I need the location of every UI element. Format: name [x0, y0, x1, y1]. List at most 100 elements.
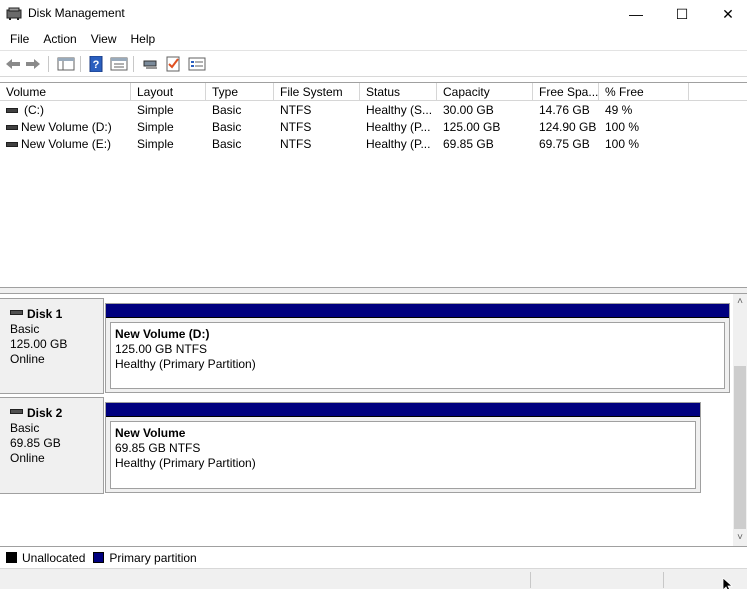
toolbar-separator [133, 56, 134, 72]
status-separator [663, 572, 664, 588]
cell-layout: Simple [137, 120, 174, 134]
disk-icon [10, 409, 23, 415]
status-bar [0, 568, 747, 589]
cell-status: Healthy (P... [366, 137, 431, 151]
table-row[interactable]: New Volume (E:) Simple Basic NTFS Health… [0, 136, 747, 153]
scroll-up-icon[interactable]: ˄ [733, 295, 747, 309]
legend: Unallocated Primary partition [0, 546, 747, 568]
column-type[interactable]: Type [206, 83, 274, 101]
cell-status: Healthy (S... [366, 103, 433, 117]
menu-view[interactable]: View [84, 28, 124, 50]
column-capacity[interactable]: Capacity [437, 83, 533, 101]
help-icon[interactable]: ? [88, 56, 106, 72]
cell-file-system: NTFS [280, 103, 312, 117]
mouse-cursor-icon [722, 578, 734, 589]
cell-volume: (C:) [24, 103, 44, 117]
cell-status: Healthy (P... [366, 120, 431, 134]
volume-list-header: Volume Layout Type File System Status Ca… [0, 83, 747, 101]
disk-size: 125.00 GB [10, 337, 68, 351]
list-view-icon[interactable] [188, 56, 206, 72]
close-button[interactable]: ✕ [705, 0, 747, 28]
disk-type: Basic [10, 421, 40, 435]
maximize-button[interactable]: ☐ [659, 0, 705, 28]
disk-1-name-row: Disk 1 [10, 307, 103, 322]
cell-free-space: 14.76 GB [539, 103, 590, 117]
cell-type: Basic [212, 120, 242, 134]
partition-filesystem: 125.00 GB NTFS [115, 342, 208, 356]
primary-partition-swatch [93, 552, 105, 563]
properties-icon[interactable] [110, 56, 128, 72]
drive-icon [6, 125, 18, 130]
disk-state: Online [10, 451, 45, 465]
disk-2-label[interactable]: Disk 2 Basic 69.85 GB Online [0, 397, 104, 494]
partition-e[interactable]: New Volume 69.85 GB NTFS Healthy (Primar… [105, 402, 701, 493]
disk-1-label[interactable]: Disk 1 Basic 125.00 GB Online [0, 298, 104, 394]
partition-filesystem: 69.85 GB NTFS [115, 441, 201, 455]
partition-name: New Volume [115, 426, 186, 440]
partition-status: Healthy (Primary Partition) [115, 357, 256, 371]
disk-type: Basic [10, 322, 40, 336]
forward-icon[interactable] [24, 56, 42, 72]
partition-details: New Volume 69.85 GB NTFS Healthy (Primar… [110, 421, 696, 489]
check-icon[interactable] [165, 56, 183, 72]
toolbar: ? [0, 50, 747, 77]
table-row[interactable]: New Volume (D:) Simple Basic NTFS Health… [0, 119, 747, 136]
unallocated-swatch [6, 552, 17, 563]
partition-name: New Volume (D:) [115, 327, 210, 341]
toolbar-separator [80, 56, 81, 72]
partition-d[interactable]: New Volume (D:) 125.00 GB NTFS Healthy (… [105, 303, 730, 393]
menu-file[interactable]: File [3, 28, 36, 50]
partition-details: New Volume (D:) 125.00 GB NTFS Healthy (… [110, 322, 725, 389]
table-row[interactable]: (C:) Simple Basic NTFS Healthy (S... 30.… [0, 102, 747, 119]
disk-name: Disk 2 [27, 406, 63, 420]
disk-2-name-row: Disk 2 [10, 406, 103, 421]
cell-percent-free: 100 % [605, 137, 640, 151]
menu-action[interactable]: Action [36, 28, 83, 50]
console-tree-icon[interactable] [57, 56, 75, 72]
connect-icon[interactable] [142, 56, 160, 72]
column-file-system[interactable]: File System [274, 83, 360, 101]
primary-partition-bar [106, 403, 700, 417]
cell-layout: Simple [137, 137, 174, 151]
cell-capacity: 30.00 GB [443, 103, 494, 117]
disk-size: 69.85 GB [10, 436, 61, 450]
drive-icon [6, 142, 18, 147]
column-free-space[interactable]: Free Spa... [533, 83, 599, 101]
volume-list: Volume Layout Type File System Status Ca… [0, 82, 747, 288]
legend-unallocated: Unallocated [22, 550, 86, 565]
cell-type: Basic [212, 137, 242, 151]
disk-state: Online [10, 352, 45, 366]
disk-icon [10, 310, 23, 316]
legend-primary-partition: Primary partition [109, 550, 197, 565]
menu-help[interactable]: Help [124, 28, 163, 50]
status-separator [530, 572, 531, 588]
disk-map: Disk 1 Basic 125.00 GB Online New Volume… [0, 294, 733, 546]
disk-name: Disk 1 [27, 307, 63, 321]
back-icon[interactable] [4, 56, 22, 72]
cell-file-system: NTFS [280, 137, 312, 151]
disk-management-icon [6, 7, 22, 20]
cell-percent-free: 49 % [605, 103, 633, 117]
primary-partition-bar [106, 304, 729, 318]
disk-map-scrollbar[interactable]: ˄ ˅ [733, 294, 747, 546]
minimize-button[interactable]: — [613, 0, 659, 28]
toolbar-separator [48, 56, 49, 72]
column-layout[interactable]: Layout [131, 83, 206, 101]
cell-capacity: 69.85 GB [443, 137, 494, 151]
cell-type: Basic [212, 103, 242, 117]
drive-icon [6, 108, 18, 113]
window-title: Disk Management [28, 6, 125, 20]
title-bar: Disk Management — ☐ ✕ [0, 0, 747, 28]
scroll-down-icon[interactable]: ˅ [733, 531, 747, 545]
partition-status: Healthy (Primary Partition) [115, 456, 256, 470]
cell-capacity: 125.00 GB [443, 120, 501, 134]
column-percent-free[interactable]: % Free [599, 83, 689, 101]
cell-percent-free: 100 % [605, 120, 640, 134]
column-volume[interactable]: Volume [0, 83, 131, 101]
scroll-thumb[interactable] [734, 366, 746, 529]
column-status[interactable]: Status [360, 83, 437, 101]
cell-free-space: 124.90 GB [539, 120, 597, 134]
cell-free-space: 69.75 GB [539, 137, 590, 151]
cell-file-system: NTFS [280, 120, 312, 134]
cell-volume: New Volume (D:) [21, 120, 112, 134]
